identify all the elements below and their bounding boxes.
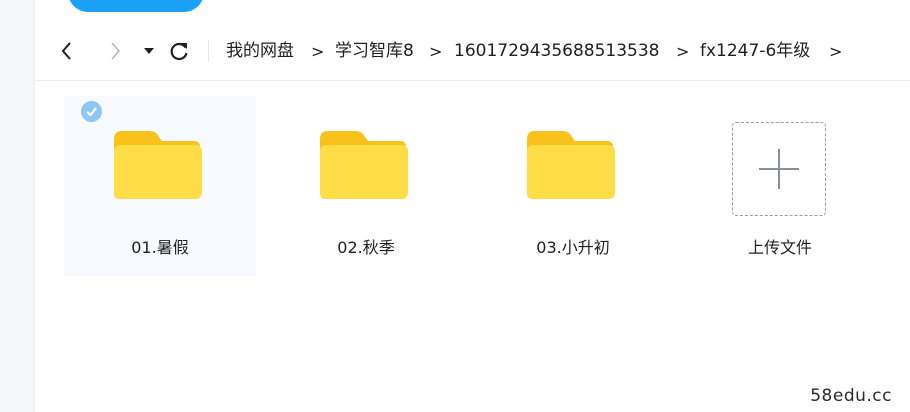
caret-down-icon (144, 48, 154, 54)
upload-file-button[interactable] (732, 122, 826, 216)
breadcrumb-separator: > (429, 42, 443, 61)
folder-icon (320, 131, 408, 199)
breadcrumb-item-folder-2[interactable]: 1601729435688513538 (454, 24, 660, 78)
breadcrumb-item-current[interactable]: fx1247-6年级 (700, 24, 810, 78)
plus-icon (759, 149, 799, 189)
refresh-button[interactable] (166, 38, 192, 64)
refresh-icon (170, 42, 188, 61)
folder-tile-3[interactable]: 03.小升初 (477, 96, 669, 276)
folder-icon (114, 131, 202, 199)
folder-tile-2[interactable]: 02.秋季 (270, 96, 462, 276)
chevron-left-icon (61, 42, 71, 60)
folder-name: 02.秋季 (337, 238, 395, 257)
back-button[interactable] (54, 38, 80, 64)
top-action-button[interactable] (68, 0, 204, 12)
upload-file-label[interactable]: 上传文件 (700, 234, 860, 258)
breadcrumb-separator: > (311, 42, 325, 61)
breadcrumb-separator: > (829, 42, 843, 61)
folder-name: 03.小升初 (536, 238, 610, 257)
checkmark-icon (86, 107, 97, 117)
breadcrumb-separator: > (676, 42, 690, 61)
folder-name: 01.暑假 (131, 238, 189, 257)
forward-button[interactable] (102, 38, 128, 64)
folder-tile-1[interactable]: 01.暑假 (64, 96, 256, 276)
chevron-right-icon (111, 42, 121, 60)
breadcrumb-item-root[interactable]: 我的网盘 (226, 24, 294, 78)
breadcrumb-item-folder-1[interactable]: 学习智库8 (335, 24, 414, 78)
selected-check-icon[interactable] (81, 101, 102, 122)
navigation-toolbar: 我的网盘 > 学习智库8 > 1601729435688513538 > fx1… (34, 24, 910, 81)
folder-icon (527, 131, 615, 199)
history-dropdown-button[interactable] (136, 38, 162, 64)
watermark-text: 58edu.cc (810, 386, 892, 406)
toolbar-divider (208, 40, 209, 62)
